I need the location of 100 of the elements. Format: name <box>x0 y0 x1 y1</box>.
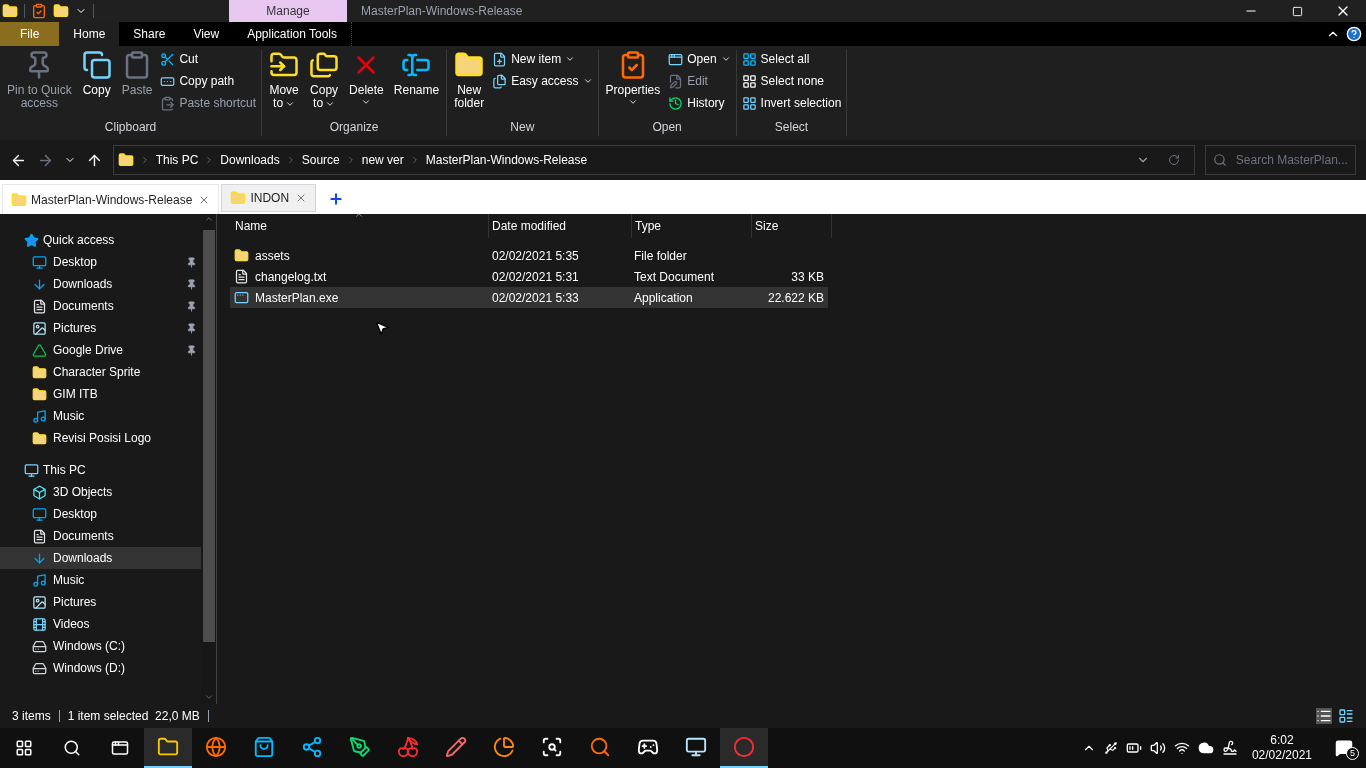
pin-icon <box>186 300 197 312</box>
selection-info: 1 item selected 22,0 MB <box>67 708 200 725</box>
cloud-icon[interactable] <box>1197 740 1214 756</box>
ribbon-button[interactable]: Select all <box>741 50 842 68</box>
taskbar-app[interactable] <box>720 728 768 768</box>
column-header[interactable]: Date modified <box>489 214 632 238</box>
ribbon-tab[interactable]: View <box>179 22 234 46</box>
download-icon <box>32 276 47 292</box>
nav-item[interactable]: Desktop <box>0 503 201 525</box>
file-row[interactable]: MasterPlan.exe 02/02/2021 5:33 Application 22.622 KB <box>230 287 828 308</box>
ribbon-button[interactable]: Properties <box>601 50 665 116</box>
nav-item[interactable]: Downloads <box>0 547 201 569</box>
battery-icon[interactable] <box>1125 740 1142 756</box>
refresh-icon[interactable] <box>1167 154 1180 166</box>
properties-icon[interactable] <box>31 3 47 19</box>
column-header[interactable]: Type <box>632 214 752 238</box>
ribbon-button[interactable]: Delete <box>345 50 388 116</box>
ribbon-button[interactable]: History <box>668 94 731 112</box>
nav-item[interactable]: Pictures <box>0 591 201 613</box>
volume-icon[interactable] <box>1149 740 1166 756</box>
edit-icon <box>668 73 684 89</box>
picture-icon <box>32 320 47 336</box>
breadcrumb[interactable]: This PC <box>155 151 199 169</box>
column-header[interactable]: Size <box>752 214 832 238</box>
pencil-icon <box>445 736 467 758</box>
drive-icon <box>32 342 47 358</box>
nav-item[interactable]: 3D Objects <box>0 481 201 503</box>
tiles-view-icon[interactable] <box>1338 708 1354 724</box>
ribbon-button[interactable]: Copy path <box>160 72 257 90</box>
help-icon[interactable] <box>1346 26 1362 42</box>
column-header[interactable]: Name <box>232 214 489 238</box>
breadcrumb[interactable]: MasterPlan-Windows-Release <box>425 151 588 169</box>
search-field[interactable]: Search MasterPlan... <box>1204 145 1356 175</box>
search-icon <box>1212 153 1227 167</box>
taskbar-app[interactable] <box>144 728 192 768</box>
breadcrumb[interactable]: Source <box>301 151 340 169</box>
monitor-icon <box>685 736 707 758</box>
history-icon <box>668 95 684 111</box>
ribbon-button[interactable]: Copy <box>77 50 116 116</box>
restore-icon <box>1291 5 1303 17</box>
start-icon[interactable] <box>15 739 33 757</box>
clock[interactable]: 6:02 02/02/2021 <box>1245 733 1318 763</box>
folder-tab[interactable]: INDON <box>221 184 317 212</box>
details-view-icon[interactable] <box>1316 708 1332 724</box>
ribbon-button[interactable]: Move to <box>265 50 304 116</box>
pen-icon[interactable] <box>1221 740 1238 756</box>
nav-item[interactable]: Windows (C:) <box>0 635 201 657</box>
nav-item[interactable]: Revisi Posisi Logo <box>0 427 201 449</box>
ribbon-button[interactable]: Rename <box>389 50 444 116</box>
file-name: assets <box>255 247 290 265</box>
file-tab[interactable]: File <box>0 22 60 46</box>
task-view-icon[interactable] <box>111 739 129 757</box>
scissors-icon <box>160 51 176 67</box>
nav-item[interactable]: GIM ITB <box>0 383 201 405</box>
nav-item[interactable]: Character Sprite <box>0 361 201 383</box>
folder-icon <box>117 152 134 168</box>
search-icon[interactable] <box>63 739 81 757</box>
nav-item[interactable]: Desktop <box>0 251 201 273</box>
cube-icon <box>32 484 47 500</box>
folder-icon[interactable] <box>2 3 18 19</box>
ribbon-button[interactable]: Select none <box>741 72 842 90</box>
music-icon <box>32 408 47 424</box>
magnifier-icon <box>589 736 611 758</box>
ribbon-button[interactable]: Copy to <box>305 50 344 116</box>
file-name: MasterPlan.exe <box>255 289 339 307</box>
nav-item[interactable]: This PC <box>0 459 201 481</box>
ribbon-tab[interactable]: Share <box>119 22 180 46</box>
nav-item[interactable]: Pictures <box>0 317 201 339</box>
ribbon-button[interactable]: Easy access <box>492 72 593 90</box>
new-item-icon <box>492 51 508 67</box>
nav-item[interactable]: Windows (D:) <box>0 657 201 679</box>
ribbon-button[interactable]: Invert selection <box>741 94 842 112</box>
sort-icon <box>354 210 364 220</box>
ribbon-tab[interactable]: Home <box>59 22 120 46</box>
nav-item[interactable]: Downloads <box>0 273 201 295</box>
file-row[interactable]: changelog.txt 02/02/2021 5:31 Text Document 33 KB <box>230 266 828 287</box>
ribbon-button[interactable]: Open <box>668 50 731 68</box>
desktop-icon <box>32 254 47 270</box>
folder-icon[interactable] <box>53 3 69 19</box>
file-row[interactable]: assets 02/02/2021 5:35 File folder <box>230 245 828 266</box>
nav-item[interactable]: Google Drive <box>0 339 201 361</box>
cursor-icon <box>374 320 390 336</box>
nav-item[interactable]: Quick access <box>0 229 201 251</box>
nav-item[interactable]: Videos <box>0 613 201 635</box>
address-field[interactable]: This PC Downloads Source new ver MasterPlan-Windows-Release <box>112 145 1195 175</box>
folder-tab[interactable]: MasterPlan-Windows-Release <box>2 184 220 214</box>
ribbon-button[interactable]: New item <box>492 50 593 68</box>
breadcrumb[interactable]: new ver <box>361 151 404 169</box>
nav-item[interactable]: Documents <box>0 295 201 317</box>
computer-icon <box>24 462 39 478</box>
type-cell-text: Text Document <box>634 268 716 286</box>
breadcrumb[interactable]: Downloads <box>220 151 280 169</box>
nav-item[interactable]: Music <box>0 569 201 591</box>
wifi-icon[interactable] <box>1173 740 1190 756</box>
nav-item[interactable]: Music <box>0 405 201 427</box>
ribbon-button[interactable]: Cut <box>160 50 257 68</box>
notification-badge: 5 <box>1346 747 1359 760</box>
usb-icon[interactable] <box>1103 741 1118 755</box>
ribbon-button[interactable]: New folder <box>450 50 489 116</box>
nav-item[interactable]: Documents <box>0 525 201 547</box>
